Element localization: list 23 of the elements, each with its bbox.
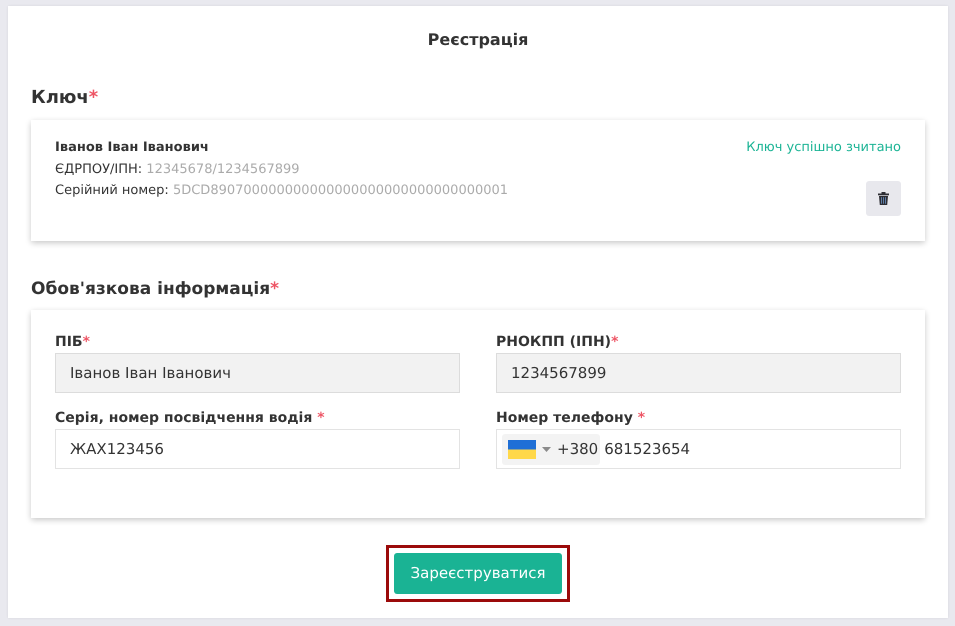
- field-label: ПІБ*: [55, 333, 91, 352]
- key-owner-name: Іванов Іван Іванович: [55, 139, 210, 157]
- trash-icon: [878, 192, 889, 204]
- flag-icon: [508, 440, 536, 458]
- phone-field[interactable]: +380 681523654: [496, 429, 901, 469]
- section-heading: Ключ*: [31, 86, 100, 110]
- field-label: Номер телефону *: [496, 409, 646, 428]
- detail-label: Серійний номер:: [55, 183, 169, 198]
- page-title: Реєстрація: [426, 29, 530, 51]
- caret-icon: [542, 446, 551, 452]
- detail-label: ЄДРПОУ/ІПН:: [55, 162, 142, 176]
- field-label: Серія, номер посвідчення водія *: [55, 409, 326, 428]
- phone-number-input[interactable]: 681523654: [600, 438, 895, 460]
- section-heading: Обов'язкова інформація*: [31, 278, 280, 301]
- input-field[interactable]: ЖАХ123456: [55, 429, 460, 469]
- readonly-field[interactable]: Іванов Іван Іванович: [55, 353, 460, 393]
- country-code-button[interactable]: +380: [502, 434, 600, 464]
- field-label: РНОКПП (ІПН)*: [496, 333, 620, 352]
- readonly-field[interactable]: 1234567899: [496, 353, 901, 393]
- delete-button[interactable]: [866, 180, 901, 216]
- detail-value: 12345678/1234567899: [146, 162, 300, 176]
- key-status-text: Ключ успішно зчитано: [746, 139, 901, 157]
- detail-value: 5DCD890700000000000000000000000000000001: [172, 183, 508, 198]
